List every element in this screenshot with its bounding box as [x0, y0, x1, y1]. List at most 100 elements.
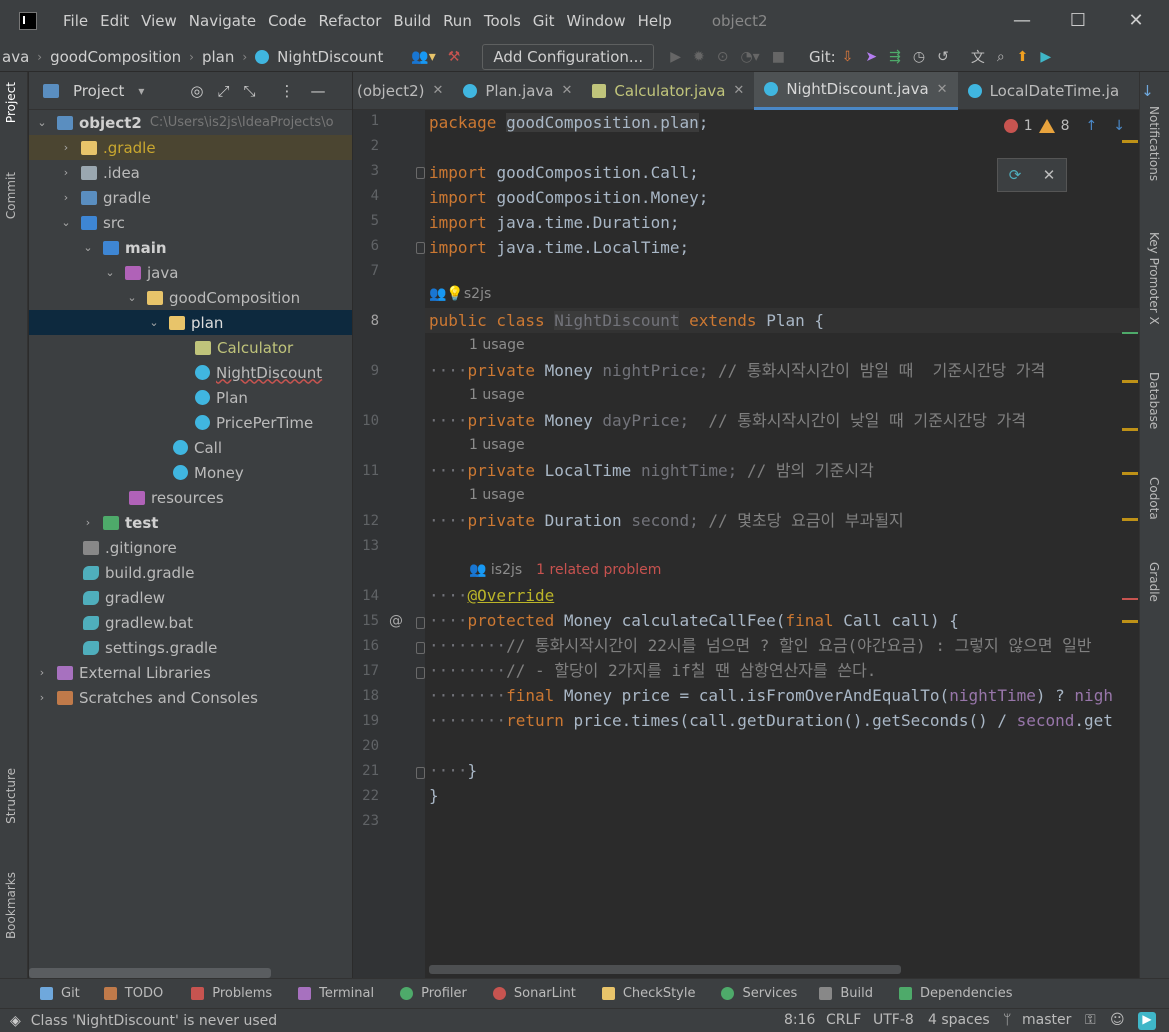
tree-item-idea[interactable]: › .idea	[29, 160, 352, 185]
menu-file[interactable]: File	[57, 12, 94, 30]
tree-item-gradle-cache[interactable]: › .gradle	[29, 135, 352, 160]
line-separator[interactable]: CRLF	[826, 1012, 861, 1028]
profile-icon[interactable]: ◔▾	[740, 49, 759, 65]
file-encoding[interactable]: UTF-8	[873, 1012, 914, 1028]
tool-terminal[interactable]: Terminal	[298, 986, 374, 1001]
menu-tools[interactable]: Tools	[478, 12, 527, 30]
expand-arrow-icon[interactable]: ⌄	[35, 116, 49, 129]
breadcrumb-item[interactable]: NightDiscount	[277, 48, 383, 66]
fold-marker-icon[interactable]	[416, 767, 425, 779]
expand-arrow-icon[interactable]: ⌄	[103, 266, 117, 279]
project-view-selector[interactable]: Project	[73, 82, 124, 100]
lock-icon[interactable]: ⚿	[1085, 1012, 1096, 1028]
indent-setting[interactable]: 4 spaces	[928, 1012, 990, 1028]
tree-item-money[interactable]: Money	[29, 460, 352, 485]
debug-icon[interactable]: ✹	[693, 49, 705, 65]
plugin-status-icon[interactable]: ▶	[1138, 1012, 1156, 1030]
tree-item-main[interactable]: ⌄ main	[29, 235, 352, 260]
expand-arrow-icon[interactable]: ⌄	[59, 216, 73, 229]
tool-dependencies[interactable]: Dependencies	[898, 986, 1012, 1001]
close-icon[interactable]: ✕	[562, 83, 573, 98]
options-menu-icon[interactable]: ⋮	[279, 82, 294, 100]
tree-item-java[interactable]: ⌄ java	[29, 260, 352, 285]
usage-hint[interactable]: 1 usage	[469, 487, 525, 503]
collapse-arrow-icon[interactable]: ›	[59, 191, 73, 204]
build-hammer-icon[interactable]: ⚒	[448, 49, 461, 65]
chevron-down-icon[interactable]: ▾	[138, 84, 144, 98]
tab-localdatetime-java[interactable]: LocalDateTime.ja	[958, 72, 1130, 110]
collapse-arrow-icon[interactable]: ›	[81, 516, 95, 529]
close-icon[interactable]: ✕	[937, 82, 948, 97]
tree-root[interactable]: ⌄ object2 C:\Users\is2js\IdeaProjects\o	[29, 110, 352, 135]
tree-item-src[interactable]: ⌄ src	[29, 210, 352, 235]
layers-icon[interactable]: ◈	[10, 1013, 21, 1029]
gradle-reload-icon[interactable]: ⟳	[1009, 166, 1022, 184]
tab-calculator-java[interactable]: Calculator.java ✕	[582, 72, 754, 110]
tree-item-gradle[interactable]: › gradle	[29, 185, 352, 210]
inspector-icon[interactable]: ☺	[1110, 1012, 1125, 1028]
status-message[interactable]: Class 'NightDiscount' is never used	[31, 1013, 277, 1029]
search-icon[interactable]: ⌕	[997, 49, 1005, 65]
collapse-all-icon[interactable]: ⤡	[243, 82, 255, 100]
tree-item-build-gradle[interactable]: build.gradle	[29, 560, 352, 585]
run-icon[interactable]: ▶	[670, 49, 681, 65]
close-icon[interactable]: ✕	[432, 83, 443, 98]
minimize-button[interactable]: —	[1008, 8, 1036, 34]
rollback-icon[interactable]: ↺	[937, 49, 949, 65]
error-stripe-marker[interactable]	[1122, 140, 1138, 143]
horizontal-scrollbar[interactable]	[429, 965, 901, 974]
error-stripe-marker[interactable]	[1122, 518, 1138, 521]
tree-item-calculator[interactable]: Calculator	[29, 335, 352, 360]
tree-item-gitignore[interactable]: .gitignore	[29, 535, 352, 560]
arrow-down-icon[interactable]: ↓	[1141, 82, 1154, 100]
usage-hint[interactable]: 1 usage	[469, 337, 525, 353]
expand-arrow-icon[interactable]: ⌄	[147, 316, 161, 329]
menu-navigate[interactable]: Navigate	[183, 12, 262, 30]
fold-marker-icon[interactable]	[416, 667, 425, 679]
tree-item-nightdiscount[interactable]: NightDiscount	[29, 360, 352, 385]
tab-object2[interactable]: (object2) ✕	[353, 72, 453, 110]
menu-view[interactable]: View	[135, 12, 183, 30]
breadcrumb-item[interactable]: plan	[202, 48, 234, 66]
menu-window[interactable]: Window	[560, 12, 631, 30]
error-stripe-marker[interactable]	[1122, 620, 1138, 623]
git-update-icon[interactable]: ⇩	[842, 49, 854, 65]
code-editor[interactable]: package goodComposition.plan; import goo…	[425, 110, 1139, 978]
fold-marker-icon[interactable]	[416, 617, 425, 629]
side-tab-bookmarks[interactable]: Bookmarks	[4, 872, 18, 939]
git-branch[interactable]: master	[1022, 1012, 1071, 1028]
tree-item-gradlew-bat[interactable]: gradlew.bat	[29, 610, 352, 635]
tree-item-call[interactable]: Call	[29, 435, 352, 460]
horizontal-scrollbar[interactable]	[29, 968, 271, 978]
usage-hint[interactable]: 1 usage	[469, 387, 525, 403]
side-tab-project[interactable]: Project	[4, 82, 18, 123]
plugin-icon[interactable]: ▶	[1040, 49, 1051, 65]
close-window-button[interactable]: ✕	[1122, 8, 1150, 34]
tree-item-plan[interactable]: ⌄ plan	[29, 310, 352, 335]
side-tab-database[interactable]: Database	[1147, 372, 1161, 429]
tree-item-settings-gradle[interactable]: settings.gradle	[29, 635, 352, 660]
collapse-arrow-icon[interactable]: ›	[59, 141, 73, 154]
side-tab-notifications[interactable]: Notifications	[1147, 106, 1161, 181]
fold-marker-icon[interactable]	[416, 167, 425, 179]
override-marker-icon[interactable]: @	[389, 613, 403, 629]
menu-edit[interactable]: Edit	[94, 12, 135, 30]
tree-item-goodcomposition[interactable]: ⌄ goodComposition	[29, 285, 352, 310]
tool-profiler[interactable]: Profiler	[400, 986, 467, 1001]
prev-highlight-icon[interactable]: ↑	[1086, 118, 1098, 134]
expand-arrow-icon[interactable]: ⌄	[125, 291, 139, 304]
history-icon[interactable]: ◷	[913, 49, 925, 65]
tab-nightdiscount-java[interactable]: NightDiscount.java ✕	[754, 71, 958, 110]
tool-git[interactable]: Git	[40, 986, 80, 1001]
tree-item-gradlew[interactable]: gradlew	[29, 585, 352, 610]
close-icon[interactable]: ✕	[733, 83, 744, 98]
caret-position[interactable]: 8:16	[784, 1012, 815, 1028]
tool-checkstyle[interactable]: CheckStyle	[601, 986, 695, 1001]
tool-build[interactable]: Build	[819, 986, 873, 1001]
side-tab-key-promoter[interactable]: Key Promoter X	[1147, 232, 1161, 325]
next-highlight-icon[interactable]: ↓	[1113, 118, 1125, 134]
breadcrumb-item[interactable]: goodComposition	[50, 48, 181, 66]
error-stripe-marker[interactable]	[1122, 428, 1138, 431]
menu-code[interactable]: Code	[262, 12, 312, 30]
menu-help[interactable]: Help	[632, 12, 678, 30]
